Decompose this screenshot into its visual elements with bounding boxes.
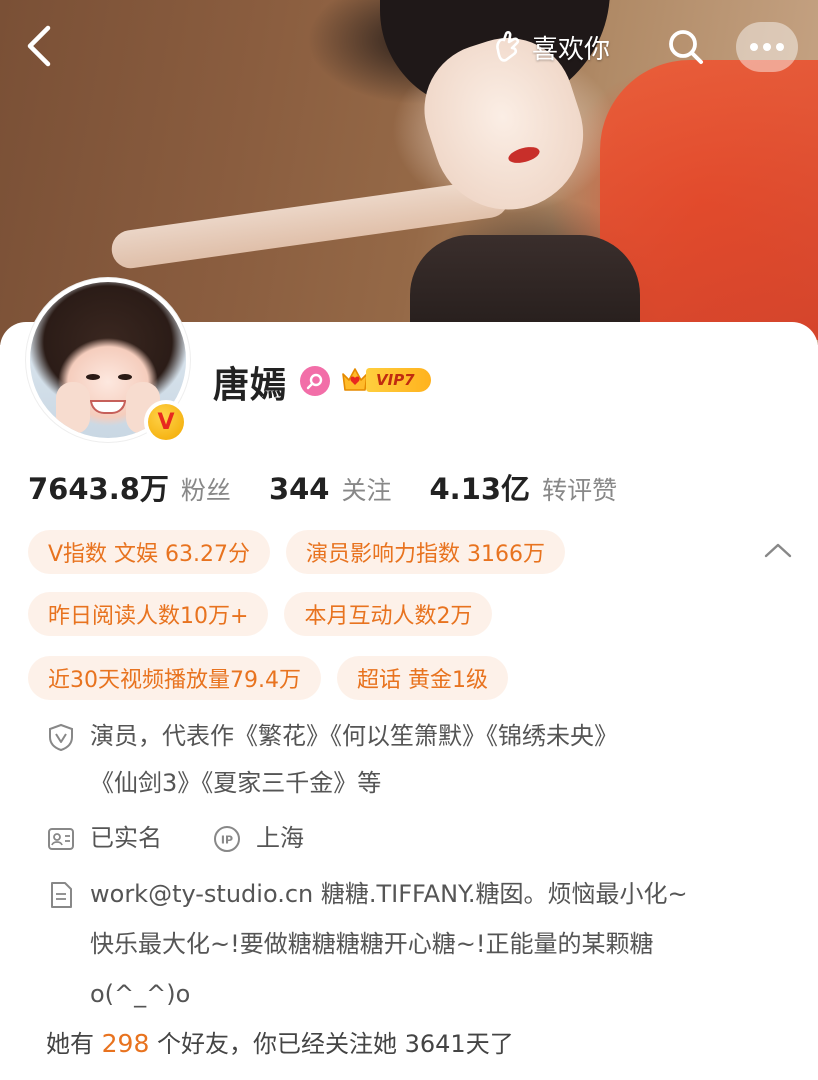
verified-v-icon: V xyxy=(148,404,184,440)
vip-level-label: VIP7 xyxy=(366,368,431,392)
tag-video-plays[interactable]: 近30天视频播放量79.4万 xyxy=(28,656,321,700)
female-gender-icon xyxy=(300,366,330,396)
ip-location-icon: IP xyxy=(214,826,240,852)
friends-suffix: 个好友，你已经关注她 3641天了 xyxy=(157,1030,514,1058)
search-button[interactable] xyxy=(656,22,716,72)
stat-label: 粉丝 xyxy=(180,476,231,505)
stat-value: 7643.8万 xyxy=(28,472,169,506)
bio-line-2: 快乐最大化~!要做糖糖糖糖开心糖~!正能量的某颗糖 xyxy=(90,930,654,958)
stat-label: 转评赞 xyxy=(542,476,618,505)
stats-bar: 7643.8万 粉丝 344 关注 4.13亿 转评赞 xyxy=(28,466,617,508)
stat-value: 344 xyxy=(268,472,330,506)
avatar-hand-left xyxy=(56,382,90,434)
occupation-line-1: 演员，代表作《繁花》《何以笙箫默》《锦绣未央》 xyxy=(90,722,618,750)
hand-heart-icon xyxy=(496,30,520,62)
tag-v-index[interactable]: V指数 文娱 63.27分 xyxy=(28,530,271,574)
like-you-button[interactable]: 喜欢你 xyxy=(480,24,628,70)
friends-count: 298 xyxy=(101,1029,150,1058)
profile-name: 唐嫣 xyxy=(213,365,288,406)
verified-badge: V xyxy=(144,400,188,444)
tag-daily-readers[interactable]: 昨日阅读人数10万+ xyxy=(28,592,269,636)
tag-monthly-interactions[interactable]: 本月互动人数2万 xyxy=(284,592,493,636)
document-icon xyxy=(51,882,72,908)
tag-row: V指数 文娱 63.27分 演员影响力指数 3166万 xyxy=(28,530,566,574)
tag-super-topic[interactable]: 超话 黄金1级 xyxy=(336,656,508,700)
stat-value: 4.13亿 xyxy=(429,472,531,506)
more-dots-icon xyxy=(750,43,784,51)
stat-followers[interactable]: 7643.8万 粉丝 xyxy=(28,466,231,508)
more-button[interactable] xyxy=(736,22,798,72)
avatar-eye-right xyxy=(118,374,132,380)
avatar-eye-left xyxy=(86,374,100,380)
collapse-tags-button[interactable] xyxy=(760,536,796,566)
id-card-icon xyxy=(48,828,74,850)
tag-row: 昨日阅读人数10万+ 本月互动人数2万 xyxy=(28,592,493,636)
back-button[interactable] xyxy=(20,22,64,70)
chevron-up-icon xyxy=(764,543,792,558)
chevron-left-icon xyxy=(27,25,51,67)
stat-following[interactable]: 344 关注 xyxy=(269,471,392,507)
bio-line-3: o(^_^)o xyxy=(90,980,191,1008)
avatar-smile xyxy=(90,400,126,414)
ip-location-text: 上海 xyxy=(256,824,304,852)
bio-line-1: work@ty-studio.cn 糖糖.TIFFANY.糖囡。烦恼最小化~ xyxy=(90,880,688,908)
tag-row: 近30天视频播放量79.4万 超话 黄金1级 xyxy=(28,656,508,700)
realname-label: 已实名 xyxy=(90,824,162,852)
stat-likes[interactable]: 4.13亿 转评赞 xyxy=(430,466,618,508)
friends-prefix: 她有 xyxy=(46,1030,94,1058)
shield-v-icon xyxy=(49,723,73,752)
friends-summary[interactable]: 她有 298 个好友，你已经关注她 3641天了 xyxy=(46,1024,514,1059)
search-icon xyxy=(669,30,703,64)
vip-badge[interactable]: VIP7 xyxy=(340,364,431,396)
stat-label: 关注 xyxy=(341,476,392,505)
tag-actor-influence[interactable]: 演员影响力指数 3166万 xyxy=(286,530,566,574)
ip-icon-label: IP xyxy=(221,834,233,847)
like-you-label: 喜欢你 xyxy=(532,34,611,65)
occupation-line-2: 《仙剑3》《夏家三千金》等 xyxy=(90,769,382,797)
